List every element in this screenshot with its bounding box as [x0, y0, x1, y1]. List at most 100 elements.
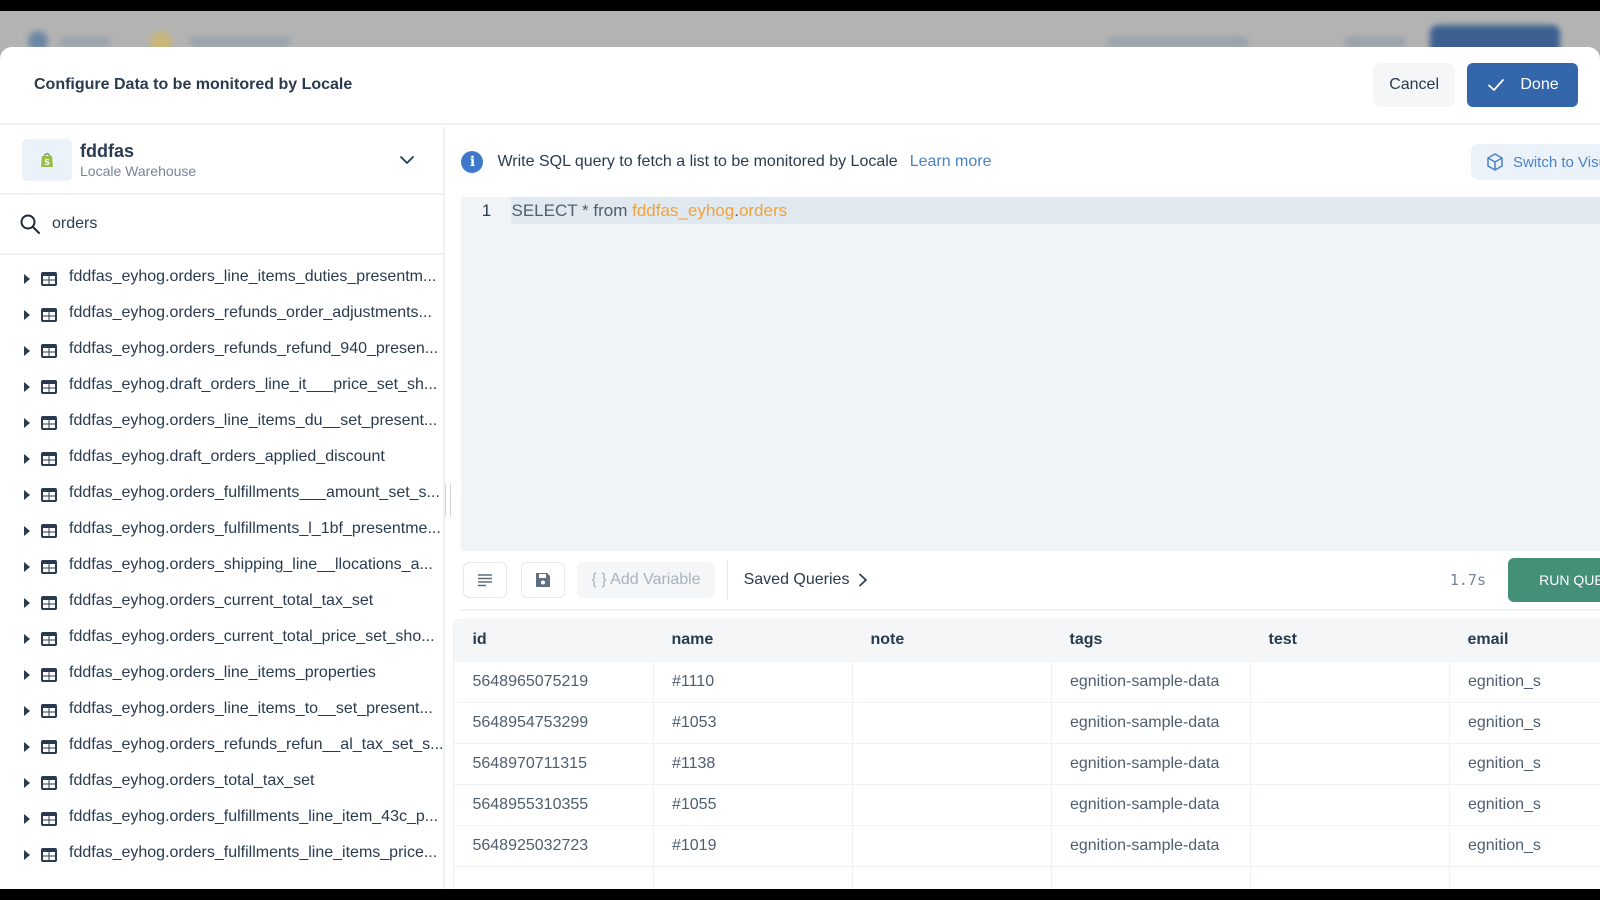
table-tree-item[interactable]: fddfas_eyhog.orders_fulfillments_line_it…: [0, 835, 443, 871]
table-icon: [41, 488, 57, 502]
table-cell: [1250, 824, 1450, 866]
save-disk-icon: [536, 573, 551, 587]
table-cell: #1110: [653, 660, 853, 702]
query-toolbar: { } Add Variable Saved Queries 1.7s RUN …: [461, 551, 1600, 611]
caret-right-icon[interactable]: [22, 489, 32, 501]
source-name: fddfas: [80, 141, 134, 161]
caret-right-icon[interactable]: [22, 849, 32, 861]
run-query-button[interactable]: RUN QUERY: [1507, 558, 1600, 602]
info-text: Write SQL query to fetch a list to be mo…: [497, 153, 898, 170]
column-header[interactable]: note: [852, 620, 1052, 661]
table-name: fddfas_eyhog.orders_fulfillments___amoun…: [69, 484, 440, 501]
caret-right-icon[interactable]: [22, 309, 32, 321]
sql-schema: fddfas_eyhog: [632, 200, 735, 220]
table-tree-item[interactable]: fddfas_eyhog.draft_orders_applied_discou…: [0, 439, 443, 475]
done-label: Done: [1520, 76, 1559, 93]
table-cell: egnition-sample-data: [1051, 660, 1251, 702]
table-header-row: id name note tags test email: [454, 620, 1600, 661]
caret-right-icon[interactable]: [22, 633, 32, 645]
done-button[interactable]: Done: [1467, 63, 1578, 107]
table-cell: egnition_s: [1449, 701, 1600, 743]
caret-right-icon[interactable]: [22, 597, 32, 609]
table-cell: [852, 660, 1052, 702]
table-icon: [41, 704, 57, 718]
learn-more-link[interactable]: Learn more: [910, 153, 1471, 171]
format-lines-icon: [478, 574, 493, 587]
table-tree-item[interactable]: fddfas_eyhog.orders_fulfillments_l_1bf_p…: [0, 511, 443, 547]
column-header[interactable]: id: [454, 620, 654, 661]
table-tree-item[interactable]: fddfas_eyhog.orders_current_total_tax_se…: [0, 583, 443, 619]
sql-editor[interactable]: 1 SELECT * from fddfas_eyhog . orders: [461, 197, 1600, 551]
table-cell: [1250, 783, 1450, 825]
switch-to-visual-editor-button[interactable]: Switch to Visual Editor: [1471, 144, 1600, 180]
table-name: fddfas_eyhog.orders_line_items_propertie…: [69, 664, 376, 681]
table-tree-item[interactable]: fddfas_eyhog.orders_line_items_to__set_p…: [0, 691, 443, 727]
table-name: fddfas_eyhog.orders_line_items_duties_pr…: [69, 268, 437, 285]
table-name: fddfas_eyhog.orders_shipping_line__lloca…: [69, 556, 433, 573]
table-tree-item[interactable]: fddfas_eyhog.orders_line_items_duties_pr…: [0, 259, 443, 295]
save-query-button[interactable]: [521, 562, 566, 598]
caret-right-icon[interactable]: [22, 273, 32, 285]
line-code[interactable]: SELECT * from fddfas_eyhog . orders: [511, 197, 1600, 224]
caret-right-icon[interactable]: [22, 669, 32, 681]
chevron-right-icon: [859, 573, 868, 587]
table-cell: [454, 865, 654, 889]
table-cell: egnition_s: [1449, 742, 1600, 784]
table-cell: egnition-sample-data: [1051, 783, 1251, 825]
configure-data-modal: Configure Data to be monitored by Locale…: [0, 47, 1600, 889]
table-tree-item[interactable]: fddfas_eyhog.orders_shipping_line__lloca…: [0, 547, 443, 583]
caret-right-icon[interactable]: [22, 345, 32, 357]
table-tree-item[interactable]: fddfas_eyhog.orders_refunds_refun__al_ta…: [0, 727, 443, 763]
saved-queries-button[interactable]: Saved Queries: [744, 571, 1450, 589]
check-icon: [1488, 79, 1505, 91]
table-row: 5648955310355 #1055 egnition-sample-data eg…: [454, 783, 1600, 825]
table-tree-item[interactable]: fddfas_eyhog.orders_line_items_du__set_p…: [0, 403, 443, 439]
table-search-input[interactable]: [52, 215, 426, 233]
table-tree-item[interactable]: fddfas_eyhog.orders_line_items_propertie…: [0, 655, 443, 691]
table-icon: [41, 380, 57, 394]
table-cell: [1250, 865, 1450, 889]
table-cell: [852, 824, 1052, 866]
chevron-down-icon[interactable]: [397, 150, 417, 170]
sql-panel: i Write SQL query to fetch a list to be …: [445, 127, 1600, 889]
column-header[interactable]: name: [653, 620, 853, 661]
format-button[interactable]: [463, 562, 508, 598]
table-cell: 5648965075219: [454, 660, 654, 702]
table-tree-item[interactable]: fddfas_eyhog.orders_refunds_refund_940_p…: [0, 331, 443, 367]
shopify-bag-icon: S: [22, 139, 72, 181]
caret-right-icon[interactable]: [22, 813, 32, 825]
caret-right-icon[interactable]: [22, 381, 32, 393]
column-header[interactable]: email: [1449, 620, 1600, 661]
table-name: fddfas_eyhog.orders_fulfillments_line_it…: [69, 844, 438, 861]
caret-right-icon[interactable]: [22, 777, 32, 789]
line-number: 1: [481, 200, 492, 220]
table-tree: fddfas_eyhog.orders_line_items_duties_pr…: [0, 255, 443, 871]
table-tree-item[interactable]: fddfas_eyhog.orders_fulfillments_line_it…: [0, 799, 443, 835]
table-cell: #1138: [653, 742, 853, 784]
caret-right-icon[interactable]: [22, 741, 32, 753]
caret-right-icon[interactable]: [22, 561, 32, 573]
caret-right-icon[interactable]: [22, 705, 32, 717]
table-icon: [41, 272, 57, 286]
add-variable-button[interactable]: { } Add Variable: [577, 562, 715, 598]
table-tree-item[interactable]: fddfas_eyhog.orders_fulfillments___amoun…: [0, 475, 443, 511]
sql-table: orders: [738, 200, 788, 220]
table-icon: [41, 416, 57, 430]
caret-right-icon[interactable]: [22, 453, 32, 465]
column-header[interactable]: tags: [1051, 620, 1251, 661]
table-tree-item[interactable]: fddfas_eyhog.orders_refunds_order_adjust…: [0, 295, 443, 331]
table-tree-item[interactable]: fddfas_eyhog.orders_total_tax_set: [0, 763, 443, 799]
modal-title: Configure Data to be monitored by Locale: [34, 76, 353, 93]
column-header[interactable]: test: [1250, 620, 1450, 661]
caret-right-icon[interactable]: [22, 417, 32, 429]
cancel-button[interactable]: Cancel: [1373, 63, 1455, 107]
table-cell: [852, 865, 1052, 889]
caret-right-icon[interactable]: [22, 525, 32, 537]
table-cell: [653, 865, 853, 889]
table-name: fddfas_eyhog.orders_refunds_order_adjust…: [69, 304, 432, 321]
table-row: 5648965075219 #1110 egnition-sample-data eg…: [454, 660, 1600, 702]
data-source-selector[interactable]: S fddfas Locale Warehouse: [0, 127, 444, 195]
table-cell: [1250, 742, 1450, 784]
table-tree-item[interactable]: fddfas_eyhog.draft_orders_line_it___pric…: [0, 367, 443, 403]
table-tree-item[interactable]: fddfas_eyhog.orders_current_total_price_…: [0, 619, 443, 655]
